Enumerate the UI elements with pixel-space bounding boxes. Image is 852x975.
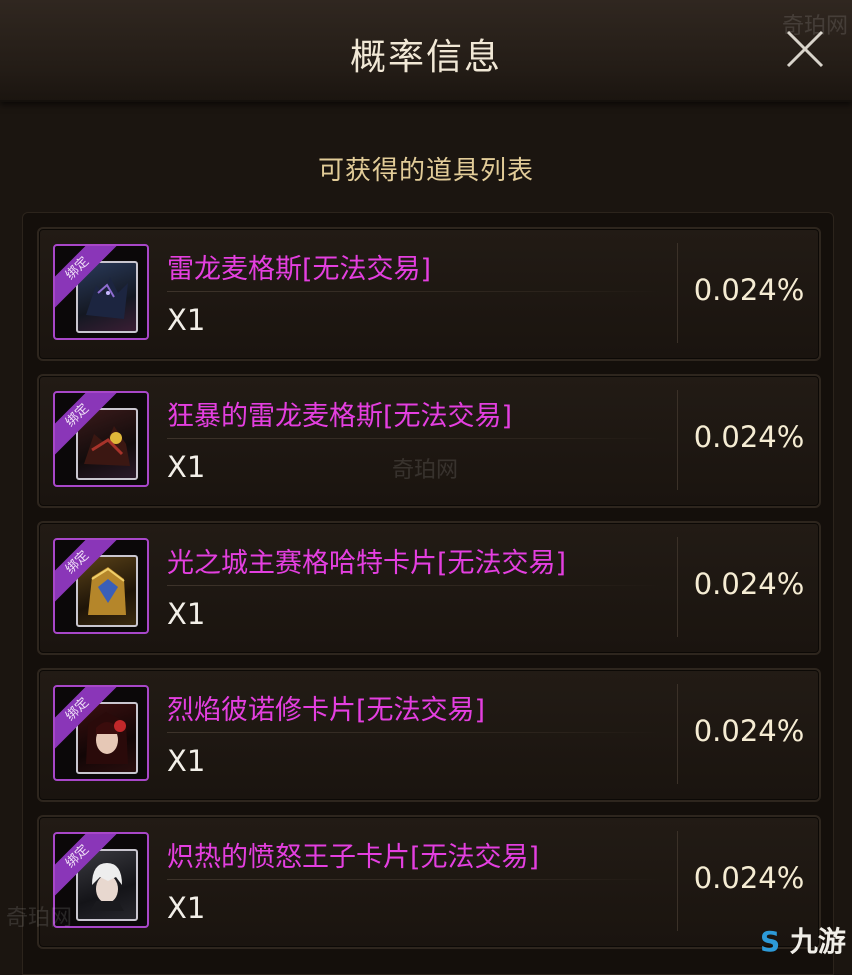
item-list[interactable]: 绑定 雷龙麦格斯[无法交易] X1 0.024% 绑定 狂暴的雷龙麦格斯[无法交… — [22, 212, 834, 975]
item-name: 狂暴的雷龙麦格斯[无法交易] — [167, 401, 513, 432]
watermark: 奇珀网 — [782, 14, 849, 39]
item-name: 炽热的愤怒王子卡片[无法交易] — [167, 842, 540, 873]
item-probability: 0.024% — [693, 273, 805, 307]
list-item[interactable]: 绑定 光之城主赛格哈特卡片[无法交易] X1 0.024% — [37, 521, 821, 655]
item-thumbnail: 绑定 — [53, 538, 149, 634]
list-item[interactable]: 绑定 雷龙麦格斯[无法交易] X1 0.024% — [37, 227, 821, 361]
item-probability: 0.024% — [693, 567, 805, 601]
item-thumbnail: 绑定 — [53, 391, 149, 487]
item-probability: 0.024% — [693, 420, 805, 454]
item-name: 烈焰彼诺修卡片[无法交易] — [167, 695, 486, 726]
item-quantity: X1 — [167, 450, 206, 484]
item-quantity: X1 — [167, 891, 206, 925]
watermark: 奇珀网 — [392, 458, 459, 483]
item-thumbnail: 绑定 — [53, 244, 149, 340]
list-subtitle: 可获得的道具列表 — [317, 156, 534, 186]
watermark: 奇珀网 — [6, 906, 73, 931]
dialog-title: 概率信息 — [349, 37, 502, 78]
list-item[interactable]: 绑定 烈焰彼诺修卡片[无法交易] X1 0.024% — [37, 668, 821, 802]
list-item[interactable]: 绑定 狂暴的雷龙麦格斯[无法交易] X1 0.024% — [37, 374, 821, 508]
item-quantity: X1 — [167, 744, 206, 778]
item-probability: 0.024% — [693, 861, 805, 895]
item-name: 光之城主赛格哈特卡片[无法交易] — [167, 548, 567, 579]
item-name: 雷龙麦格斯[无法交易] — [167, 254, 432, 285]
site-logo: S 九游 — [760, 925, 846, 958]
dialog-header: 概率信息 — [0, 0, 852, 102]
item-quantity: X1 — [167, 303, 206, 337]
item-quantity: X1 — [167, 597, 206, 631]
item-probability: 0.024% — [693, 714, 805, 748]
item-thumbnail: 绑定 — [53, 685, 149, 781]
logo-mark-icon: S — [760, 925, 781, 958]
list-item[interactable]: 绑定 炽热的愤怒王子卡片[无法交易] X1 0.024% — [37, 815, 821, 949]
